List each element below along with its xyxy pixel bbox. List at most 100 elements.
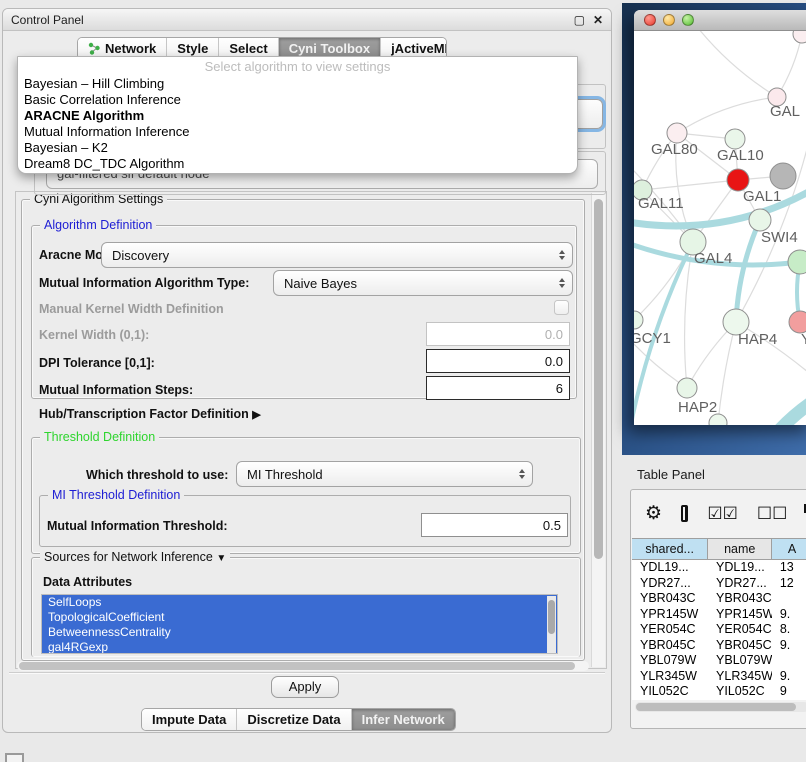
network-node-label: SWI4 xyxy=(761,229,798,246)
collapsed-panel-icon[interactable] xyxy=(5,753,24,762)
table-cell: YDL19... xyxy=(632,560,708,576)
settings-horizontal-scrollbar[interactable] xyxy=(17,661,589,671)
apply-button[interactable]: Apply xyxy=(271,676,339,698)
chevron-down-icon: ▼ xyxy=(216,553,226,564)
table-column-header[interactable]: A xyxy=(772,539,806,559)
close-traffic-light-icon[interactable] xyxy=(644,14,656,26)
scrollbar-thumb[interactable] xyxy=(19,662,575,670)
zoom-traffic-light-icon[interactable] xyxy=(682,14,694,26)
network-edge[interactable] xyxy=(694,31,777,97)
network-node-label: GAL4 xyxy=(694,250,732,267)
network-edge[interactable] xyxy=(777,34,802,97)
algorithm-option[interactable]: ARACNE Algorithm xyxy=(18,108,577,124)
data-attribute-item[interactable]: gal4RGexp xyxy=(42,640,557,654)
network-edge[interactable] xyxy=(677,97,777,133)
settings-vertical-scrollbar[interactable] xyxy=(591,193,605,667)
kernel-width-label: Kernel Width (0,1): xyxy=(39,328,149,342)
algorithm-definition-title: Algorithm Definition xyxy=(40,218,156,232)
mi-steps-label: Mutual Information Steps: xyxy=(39,383,193,397)
table-cell: YBR045C xyxy=(708,638,772,654)
network-node[interactable] xyxy=(749,209,771,231)
table-horizontal-scrollbar[interactable] xyxy=(635,702,806,712)
data-attribute-item[interactable]: TopologicalCoefficient xyxy=(42,610,557,625)
float-window-icon[interactable]: ▢ xyxy=(574,14,585,26)
algorithm-popup-placeholder: Select algorithm to view settings xyxy=(18,59,577,76)
network-node[interactable] xyxy=(788,250,806,274)
tab-jactivemnodules-label: jActiveMNodules xyxy=(391,41,447,56)
table-cell: YDR27... xyxy=(632,576,708,592)
table-row[interactable]: YDL19...YDL19...13 xyxy=(632,560,806,576)
table-row[interactable]: YDR27...YDR27...12 xyxy=(632,576,806,592)
columns-icon[interactable] xyxy=(681,505,688,522)
table-column-header[interactable]: name xyxy=(708,539,772,559)
minimize-traffic-light-icon[interactable] xyxy=(663,14,675,26)
table-cell: 8. xyxy=(772,622,806,638)
table-row[interactable]: YBR045CYBR045C9. xyxy=(632,638,806,654)
network-edge[interactable] xyxy=(736,220,760,322)
table-column-header[interactable]: shared... xyxy=(632,539,708,559)
gear-icon[interactable]: ⚙ xyxy=(645,505,662,522)
algorithm-option[interactable]: Bayesian – Hill Climbing xyxy=(18,76,577,92)
network-edge[interactable] xyxy=(642,180,738,190)
table-cell: 9. xyxy=(772,669,806,685)
table-body: YDL19...YDL19...13YDR27...YDR27...12YBR0… xyxy=(632,560,806,700)
algorithm-option[interactable]: Basic Correlation Inference xyxy=(18,92,577,108)
data-attributes-list[interactable]: SelfLoopsTopologicalCoefficientBetweenne… xyxy=(41,594,558,654)
manual-kernel-width-checkbox[interactable] xyxy=(554,300,569,315)
network-canvas[interactable]: GALGAL80GAL10GAL1GAL11SWI4GAL4GCY1HAP4YH… xyxy=(634,31,806,425)
table-cell: YER054C xyxy=(632,622,708,638)
table-row[interactable]: YER054CYER054C8. xyxy=(632,622,806,638)
threshold-definition-title: Threshold Definition xyxy=(40,430,159,444)
table-cell: YIL052C xyxy=(632,684,708,700)
table-cell: 9. xyxy=(772,607,806,623)
kernel-width-field[interactable] xyxy=(426,322,570,346)
table-row[interactable]: YBL079WYBL079W xyxy=(632,653,806,669)
mi-algorithm-type-combo[interactable]: Naive Bayes xyxy=(273,270,573,296)
which-threshold-combo[interactable]: MI Threshold xyxy=(236,461,533,487)
network-edge[interactable] xyxy=(718,322,736,423)
network-node[interactable] xyxy=(770,163,796,189)
close-window-icon[interactable]: ✕ xyxy=(593,14,603,26)
sources-group-title[interactable]: Sources for Network Inference ▼ xyxy=(40,550,230,564)
hub-definition-expander[interactable]: Hub/Transcription Factor Definition ▶ xyxy=(39,407,261,421)
network-node[interactable] xyxy=(634,311,643,329)
checked-boxes-icon[interactable]: ☑☑ xyxy=(707,505,737,522)
table-row[interactable]: YIL052CYIL052C9 xyxy=(632,684,806,700)
network-node[interactable] xyxy=(667,123,687,143)
table-row[interactable]: YLR345WYLR345W9. xyxy=(632,669,806,685)
table-cell: 9. xyxy=(772,638,806,654)
tab-infer-network[interactable]: Infer Network xyxy=(352,709,455,730)
hub-definition-label: Hub/Transcription Factor Definition xyxy=(39,407,249,421)
mi-threshold-field[interactable] xyxy=(421,513,568,537)
network-node[interactable] xyxy=(789,311,806,333)
table-cell: YER054C xyxy=(708,622,772,638)
node-table[interactable]: shared...nameA YDL19...YDL19...13YDR27..… xyxy=(632,538,806,700)
network-node[interactable] xyxy=(677,378,697,398)
network-edge[interactable] xyxy=(685,242,693,388)
tab-impute-data[interactable]: Impute Data xyxy=(142,709,237,730)
network-node[interactable] xyxy=(793,31,806,43)
chevron-right-icon: ▶ xyxy=(252,409,260,421)
table-header-row: shared...nameA xyxy=(632,538,806,560)
algorithm-option[interactable]: Dream8 DC_TDC Algorithm xyxy=(18,156,577,172)
scrollbar-thumb[interactable] xyxy=(636,703,796,711)
aracne-mode-combo[interactable]: Discovery xyxy=(101,242,573,268)
tab-discretize-data[interactable]: Discretize Data xyxy=(237,709,351,730)
network-node[interactable] xyxy=(725,129,745,149)
data-attribute-item[interactable]: SelfLoops xyxy=(42,595,557,610)
table-row[interactable]: YPR145WYPR145W9. xyxy=(632,607,806,623)
network-edge[interactable] xyxy=(762,391,806,425)
dpi-tolerance-field[interactable] xyxy=(426,349,570,373)
mi-steps-field[interactable] xyxy=(426,376,570,400)
table-cell: YPR145W xyxy=(708,607,772,623)
algorithm-option[interactable]: Mutual Information Inference xyxy=(18,124,577,140)
scrollbar-thumb[interactable] xyxy=(548,600,555,634)
unchecked-boxes-icon[interactable]: ☐☐ xyxy=(757,505,787,522)
dpi-tolerance-label: DPI Tolerance [0,1]: xyxy=(39,356,155,370)
network-graph: GALGAL80GAL10GAL1GAL11SWI4GAL4GCY1HAP4YH… xyxy=(634,31,806,425)
attributes-scrollbar[interactable] xyxy=(547,596,556,654)
algorithm-option[interactable]: Bayesian – K2 xyxy=(18,140,577,156)
table-row[interactable]: YBR043CYBR043C xyxy=(632,591,806,607)
scrollbar-thumb[interactable] xyxy=(594,199,603,559)
data-attribute-item[interactable]: BetweennessCentrality xyxy=(42,625,557,640)
